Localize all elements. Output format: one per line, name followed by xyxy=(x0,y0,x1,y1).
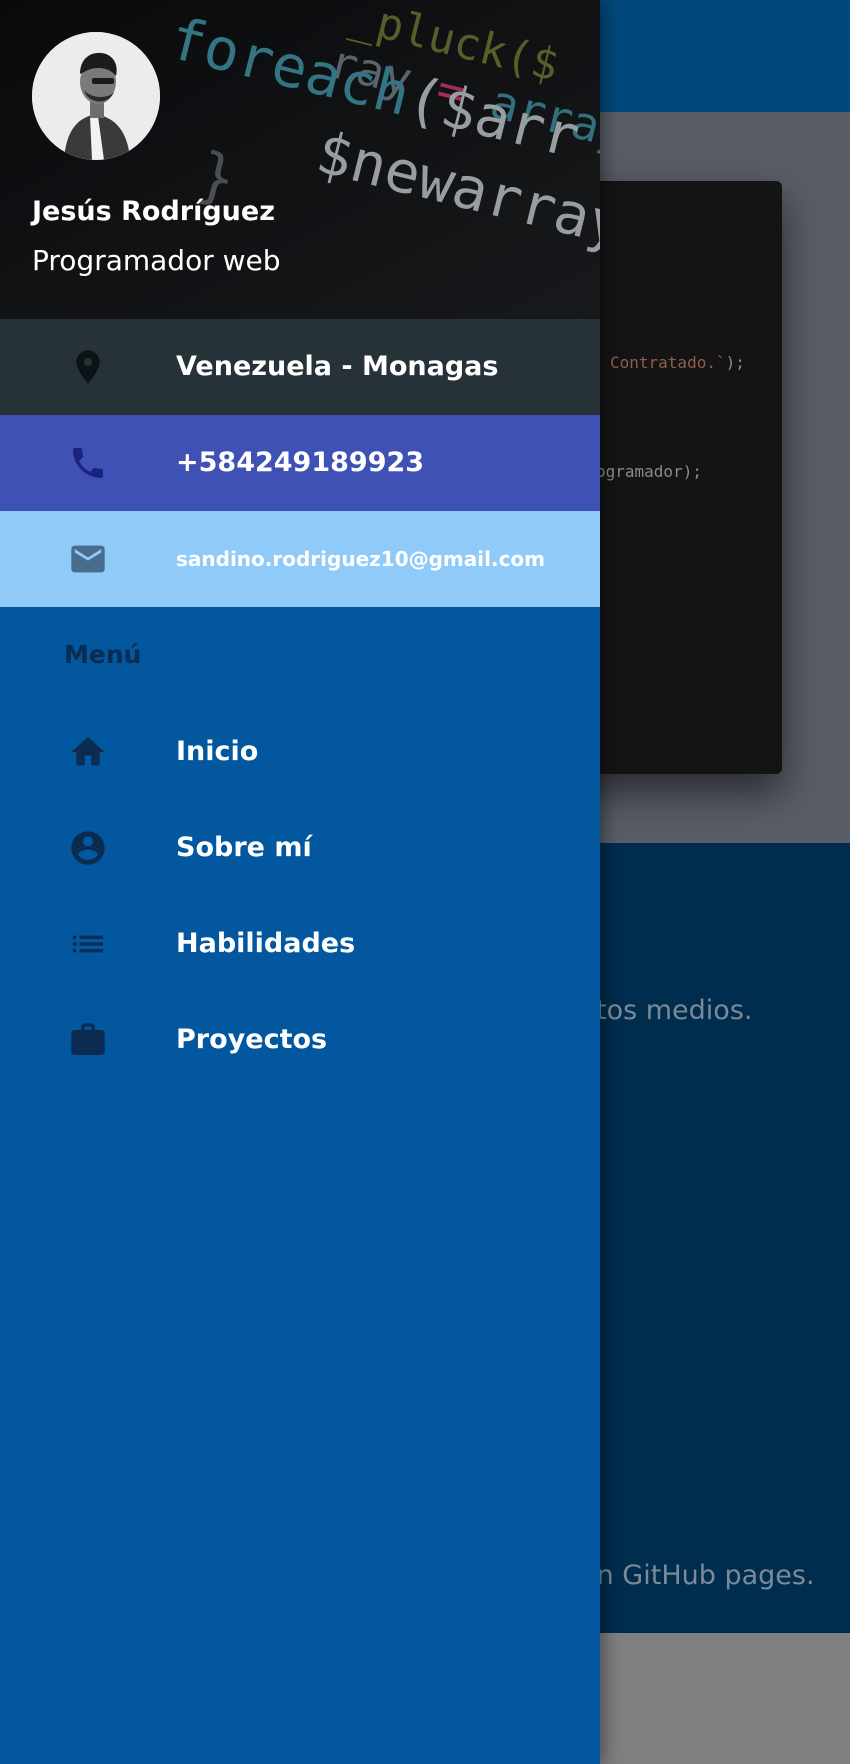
avatar[interactable] xyxy=(32,32,160,160)
contact-location-label: Venezuela - Monagas xyxy=(176,351,499,382)
phone-icon xyxy=(64,443,112,483)
profile-photo xyxy=(32,32,160,160)
code-line: Contratado.`); xyxy=(610,353,745,372)
menu-item-label: Proyectos xyxy=(176,1024,328,1055)
section-text: en GitHub pages. xyxy=(580,1560,815,1591)
navigation-drawer: _pluck($ ray = array foreach($arr as $ne… xyxy=(0,0,600,1764)
contact-email[interactable]: sandino.rodriguez10@gmail.com xyxy=(0,511,600,607)
menu-item-inicio[interactable]: Inicio xyxy=(0,704,600,800)
menu-heading: Menú xyxy=(64,640,142,669)
menu-item-sobre-mi[interactable]: Sobre mí xyxy=(0,800,600,896)
contact-phone-label: +584249189923 xyxy=(176,447,425,478)
menu-item-label: Sobre mí xyxy=(176,832,312,863)
home-icon xyxy=(64,732,112,772)
contact-location[interactable]: Venezuela - Monagas xyxy=(0,319,600,415)
contact-phone[interactable]: +584249189923 xyxy=(0,415,600,511)
code-line: ogramador); xyxy=(596,462,702,481)
list-icon xyxy=(64,924,112,964)
briefcase-icon xyxy=(64,1020,112,1060)
account-circle-icon xyxy=(64,828,112,868)
menu-item-label: Inicio xyxy=(176,736,259,767)
section-text: tos medios. xyxy=(596,995,753,1026)
menu-item-label: Habilidades xyxy=(176,928,356,959)
contact-email-label: sandino.rodriguez10@gmail.com xyxy=(176,547,546,571)
profile-role: Programador web xyxy=(32,244,281,277)
menu-item-habilidades[interactable]: Habilidades xyxy=(0,896,600,992)
menu-item-proyectos[interactable]: Proyectos xyxy=(0,992,600,1088)
profile-name: Jesús Rodríguez xyxy=(32,196,275,227)
drawer-header: _pluck($ ray = array foreach($arr as $ne… xyxy=(0,0,600,319)
location-pin-icon xyxy=(64,347,112,387)
email-icon xyxy=(64,539,112,579)
